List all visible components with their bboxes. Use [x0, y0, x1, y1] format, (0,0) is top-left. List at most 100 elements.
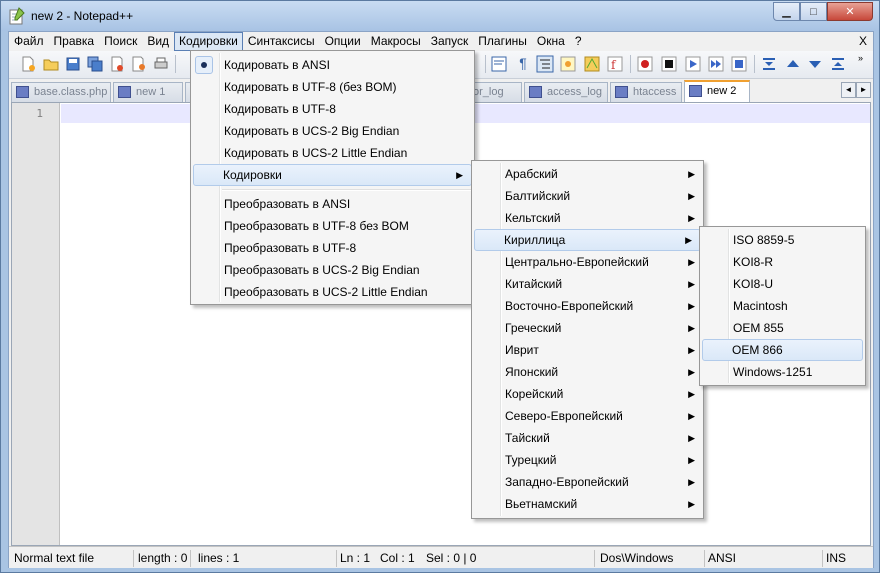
submenu-arrow-icon: ▶ — [688, 433, 695, 443]
menu-item-celtic[interactable]: Кельтский ▶ — [472, 207, 703, 229]
menu-item-encode-ansi[interactable]: Кодировать в ANSI — [191, 54, 474, 76]
close-button[interactable]: ✕ — [827, 2, 873, 21]
status-lines: lines : 1 — [195, 550, 337, 567]
new-file-icon[interactable] — [19, 55, 37, 73]
menu-separator — [191, 186, 474, 193]
record-macro-icon[interactable] — [636, 55, 654, 73]
doc-map-icon[interactable] — [583, 55, 601, 73]
menu-file[interactable]: Файл — [9, 32, 49, 51]
menu-item-oem-855[interactable]: OEM 855 — [700, 317, 865, 339]
user-lang-icon[interactable] — [559, 55, 577, 73]
line-number-gutter: 1 — [12, 103, 60, 545]
menu-item-vietnamese[interactable]: Вьетнамский ▶ — [472, 493, 703, 515]
menu-item-koi8-u[interactable]: KOI8-U — [700, 273, 865, 295]
menu-item-western-european[interactable]: Западно-Европейский ▶ — [472, 471, 703, 493]
menu-item-cyrillic[interactable]: Кириллица ▶ — [474, 229, 701, 251]
menu-run[interactable]: Запуск — [426, 32, 474, 51]
arrow-up-icon[interactable] — [784, 55, 802, 73]
function-list-icon[interactable]: f — [606, 55, 624, 73]
submenu-arrow-icon: ▶ — [688, 411, 695, 421]
close-document-button[interactable]: X — [859, 32, 867, 51]
menu-item-turkish[interactable]: Турецкий ▶ — [472, 449, 703, 471]
menu-item-convert-utf8[interactable]: Преобразовать в UTF-8 — [191, 237, 474, 259]
file-icon — [529, 86, 542, 98]
menu-item-encode-ucs2-le[interactable]: Кодировать в UCS-2 Little Endian — [191, 142, 474, 164]
save-icon[interactable] — [64, 55, 82, 73]
submenu-arrow-icon: ▶ — [688, 499, 695, 509]
menu-item-thai[interactable]: Тайский ▶ — [472, 427, 703, 449]
submenu-arrow-icon: ▶ — [688, 279, 695, 289]
title-bar[interactable]: new 2 - Notepad++ ▁ □ ✕ — [1, 1, 879, 31]
menu-item-windows-1251[interactable]: Windows-1251 — [700, 361, 865, 383]
save-macro-icon[interactable] — [730, 55, 748, 73]
menu-item-encode-utf8[interactable]: Кодировать в UTF-8 — [191, 98, 474, 120]
toolbar-overflow-icon[interactable]: » — [858, 53, 863, 63]
menu-item-convert-utf8-nobom[interactable]: Преобразовать в UTF-8 без BOM — [191, 215, 474, 237]
charsets-submenu: Арабский ▶ Балтийский ▶ Кельтский ▶ Кирилли… — [471, 160, 704, 519]
open-file-icon[interactable] — [42, 55, 60, 73]
menu-item-koi8-r[interactable]: KOI8-R — [700, 251, 865, 273]
radio-checked-icon — [195, 56, 213, 74]
status-length: length : 0 — [135, 550, 191, 567]
maximize-button[interactable]: □ — [800, 2, 827, 21]
line-number: 1 — [36, 107, 43, 120]
play-macro-icon[interactable] — [684, 55, 702, 73]
cyrillic-submenu: ISO 8859-5 KOI8-R KOI8-U Macintosh OEM 8… — [699, 226, 866, 386]
menu-item-arabic[interactable]: Арабский ▶ — [472, 163, 703, 185]
menu-item-encode-utf8-nobom[interactable]: Кодировать в UTF-8 (без BOM) — [191, 76, 474, 98]
notepadpp-window: new 2 - Notepad++ ▁ □ ✕ Файл Правка Поис… — [0, 0, 880, 573]
menu-item-japanese[interactable]: Японский ▶ — [472, 361, 703, 383]
tab-base-class-php[interactable]: base.class.php — [11, 82, 111, 102]
submenu-arrow-icon: ▶ — [688, 455, 695, 465]
minimize-button[interactable]: ▁ — [773, 2, 800, 21]
menu-item-encode-ucs2-be[interactable]: Кодировать в UCS-2 Big Endian — [191, 120, 474, 142]
menu-item-charsets[interactable]: Кодировки ▶ — [193, 164, 472, 186]
menu-item-macintosh[interactable]: Macintosh — [700, 295, 865, 317]
arrow-down-icon[interactable] — [806, 55, 824, 73]
menu-item-north-european[interactable]: Северо-Европейский ▶ — [472, 405, 703, 427]
close-file-icon[interactable] — [108, 55, 126, 73]
indent-guide-icon[interactable] — [536, 55, 554, 73]
stop-macro-icon[interactable] — [660, 55, 678, 73]
menu-edit[interactable]: Правка — [49, 32, 100, 51]
run-macro-multiple-icon[interactable] — [707, 55, 725, 73]
menu-item-oem-866[interactable]: OEM 866 — [702, 339, 863, 361]
menu-settings[interactable]: Опции — [320, 32, 366, 51]
menu-view[interactable]: Вид — [142, 32, 174, 51]
tab-htaccess[interactable]: htaccess — [610, 82, 682, 102]
show-all-chars-icon[interactable]: ¶ — [514, 55, 532, 73]
menu-item-hebrew[interactable]: Иврит ▶ — [472, 339, 703, 361]
menu-item-chinese[interactable]: Китайский ▶ — [472, 273, 703, 295]
menu-item-iso-8859-5[interactable]: ISO 8859-5 — [700, 229, 865, 251]
menu-window[interactable]: Окна — [532, 32, 570, 51]
menu-item-greek[interactable]: Греческий ▶ — [472, 317, 703, 339]
menu-item-baltic[interactable]: Балтийский ▶ — [472, 185, 703, 207]
menu-item-eastern-european[interactable]: Восточно-Европейский ▶ — [472, 295, 703, 317]
tab-scroll-right-button[interactable]: ► — [856, 82, 871, 98]
submenu-arrow-icon: ▶ — [685, 235, 692, 245]
menu-item-convert-ansi[interactable]: Преобразовать в ANSI — [191, 193, 474, 215]
sync-horizontal-icon[interactable] — [829, 55, 847, 73]
menu-item-convert-ucs2-le[interactable]: Преобразовать в UCS-2 Little Endian — [191, 281, 474, 303]
menu-item-convert-ucs2-be[interactable]: Преобразовать в UCS-2 Big Endian — [191, 259, 474, 281]
sync-vertical-icon[interactable] — [760, 55, 778, 73]
menu-macro[interactable]: Макросы — [366, 32, 426, 51]
close-all-icon[interactable] — [130, 55, 148, 73]
tab-new-2[interactable]: new 2 — [684, 80, 750, 102]
menu-search[interactable]: Поиск — [99, 32, 142, 51]
word-wrap-icon[interactable] — [490, 55, 508, 73]
tab-scroll-left-button[interactable]: ◄ — [841, 82, 856, 98]
menu-language[interactable]: Синтаксисы — [243, 32, 320, 51]
menu-item-korean[interactable]: Корейский ▶ — [472, 383, 703, 405]
submenu-arrow-icon: ▶ — [688, 301, 695, 311]
submenu-arrow-icon: ▶ — [688, 213, 695, 223]
menu-plugins[interactable]: Плагины — [473, 32, 532, 51]
menu-item-central-european[interactable]: Центрально-Европейский ▶ — [472, 251, 703, 273]
print-icon[interactable] — [152, 55, 170, 73]
tab-access-log[interactable]: access_log — [524, 82, 608, 102]
submenu-arrow-icon: ▶ — [688, 257, 695, 267]
menu-encoding[interactable]: Кодировки — [174, 32, 243, 51]
save-all-icon[interactable] — [86, 55, 104, 73]
tab-new-1[interactable]: new 1 — [113, 82, 183, 102]
menu-help[interactable]: ? — [570, 32, 587, 51]
